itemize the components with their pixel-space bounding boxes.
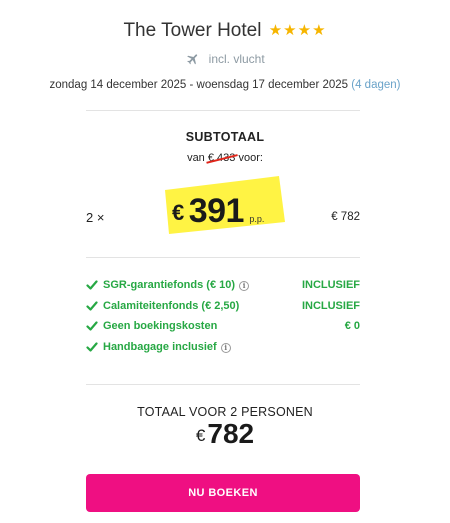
travel-dates: zondag 14 december 2025 - woensdag 17 de…: [0, 79, 450, 91]
van-suffix: voor:: [238, 152, 263, 164]
original-price-row: van € 433 voor:: [0, 152, 450, 164]
quantity: 2 ×: [86, 210, 105, 225]
feature-item: Handbagage inclusief i: [86, 337, 360, 358]
subtotal-title: SUBTOTAAL: [185, 130, 265, 144]
feature-label: Geen boekingskosten: [103, 320, 218, 333]
check-icon: [86, 321, 98, 331]
price-value: 391: [188, 192, 245, 230]
feature-value: INCLUSIEF: [301, 299, 360, 312]
van-prefix: van: [187, 152, 205, 164]
feature-label: Handbagage inclusief: [103, 340, 217, 353]
total-amount: €782: [0, 418, 450, 450]
hotel-name: The Tower Hotel: [123, 20, 262, 41]
info-icon[interactable]: i: [220, 342, 231, 353]
check-icon: [86, 280, 98, 290]
trip-duration: (4 dagen): [351, 79, 401, 91]
divider: [86, 110, 360, 111]
feature-label: Calamiteitenfonds (€ 2,50): [103, 299, 240, 312]
total-currency: €: [195, 426, 206, 445]
total-value: 782: [207, 418, 255, 449]
feature-item: SGR-garantiefonds (€ 10) i INCLUSIEF: [86, 275, 360, 296]
check-icon: [86, 301, 98, 311]
date-range: zondag 14 december 2025 - woensdag 17 de…: [49, 79, 349, 91]
divider: [86, 257, 360, 258]
per-person-label: p.p.: [249, 214, 265, 224]
star-rating-icon: ★★★★: [268, 22, 327, 39]
check-icon: [86, 342, 98, 352]
hotel-title: The Tower Hotel ★★★★: [0, 20, 450, 42]
old-price: € 433: [206, 152, 238, 164]
price-per-person: € 391 p.p.: [172, 192, 264, 231]
feature-value: € 0: [344, 320, 360, 333]
feature-value: INCLUSIEF: [301, 279, 360, 292]
feature-item: Geen boekingskosten € 0: [86, 316, 360, 337]
price-currency: €: [172, 200, 185, 225]
book-now-button[interactable]: NU BOEKEN: [86, 474, 360, 512]
total-title: TOTAAL VOOR 2 PERSONEN: [137, 405, 313, 419]
divider: [86, 384, 360, 385]
line-total: € 782: [331, 211, 360, 223]
flight-info: incl. vlucht: [0, 52, 450, 66]
plane-icon: [187, 54, 198, 65]
feature-label: SGR-garantiefonds (€ 10): [103, 279, 236, 292]
info-icon[interactable]: i: [239, 281, 250, 292]
feature-list: SGR-garantiefonds (€ 10) i INCLUSIEF Cala…: [86, 275, 360, 357]
feature-item: Calamiteitenfonds (€ 2,50) INCLUSIEF: [86, 296, 360, 317]
flight-label: incl. vlucht: [208, 52, 265, 66]
